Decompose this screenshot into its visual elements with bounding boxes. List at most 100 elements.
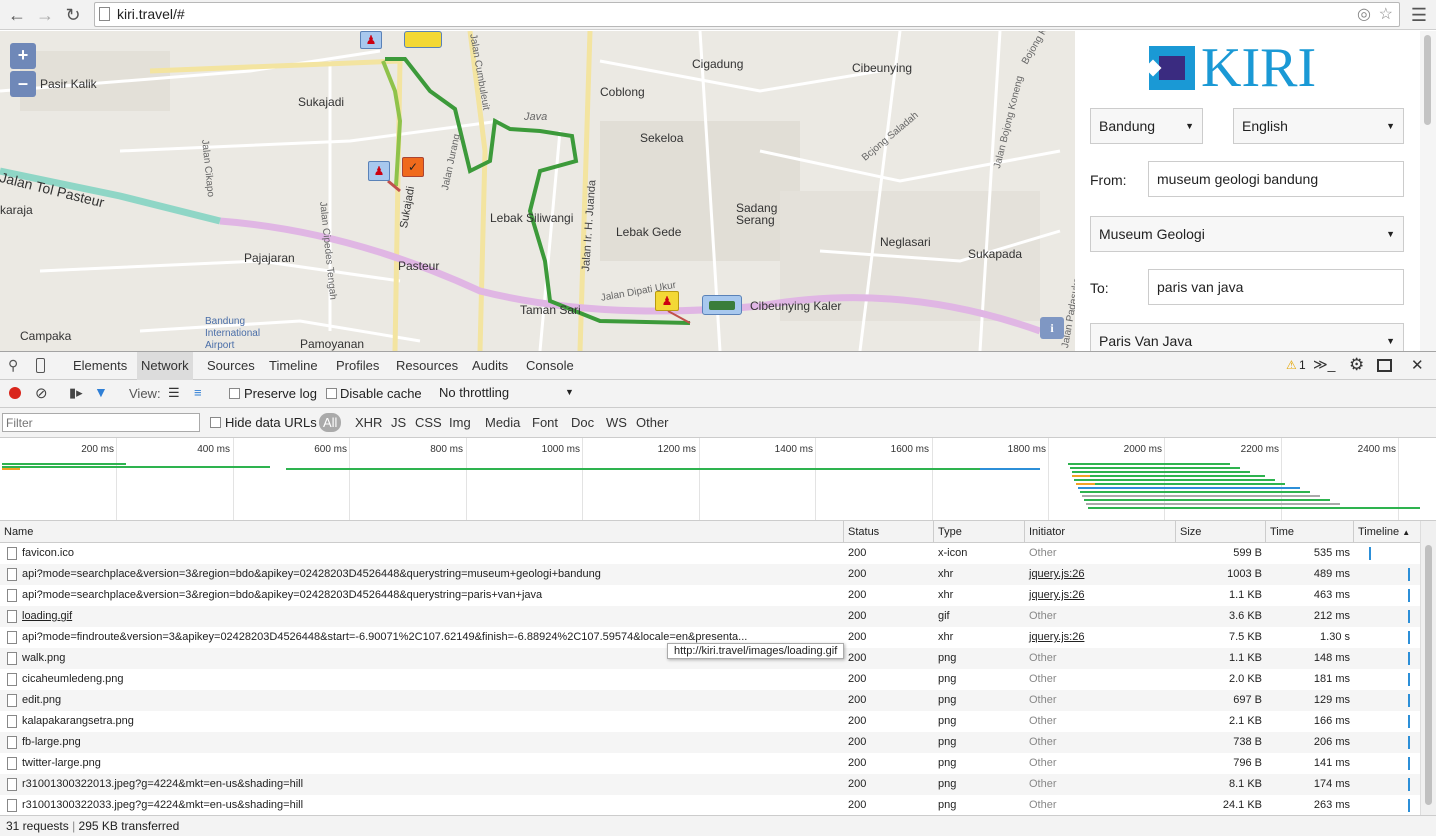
console-drawer-icon[interactable]: ≫_	[1313, 356, 1335, 373]
map-label: Pasteur	[398, 259, 440, 273]
col-initiator[interactable]: Initiator	[1025, 521, 1176, 543]
row-time: 1.30 s	[1320, 631, 1350, 643]
record-icon[interactable]	[9, 387, 21, 399]
type-filter-media[interactable]: Media	[485, 415, 520, 430]
type-filter-ws[interactable]: WS	[606, 415, 627, 430]
row-size: 599 B	[1233, 547, 1262, 559]
city-select[interactable]: Bandung ▼	[1090, 108, 1203, 144]
close-icon[interactable]: ✕	[1411, 356, 1424, 374]
col-time[interactable]: Time	[1266, 521, 1354, 543]
start-marker-icon[interactable]: ♟	[655, 291, 679, 311]
col-name[interactable]: Name	[0, 521, 844, 543]
tab-timeline[interactable]: Timeline	[265, 352, 322, 380]
network-overview[interactable]: 200 ms 400 ms 600 ms 800 ms 1000 ms 1200…	[0, 438, 1436, 521]
col-type[interactable]: Type	[934, 521, 1025, 543]
caret-down-icon: ▼	[1386, 121, 1395, 131]
route-map[interactable]: Pasir Kalik Sukajadi Cigadung Cibeunying…	[0, 31, 1075, 351]
table-row[interactable]: fb-large.png 200 png Other 738 B 206 ms	[0, 732, 1420, 753]
zoom-out-button[interactable]: –	[10, 71, 36, 97]
table-row[interactable]: cicaheumledeng.png 200 png Other 2.0 KB 181 m…	[0, 669, 1420, 690]
table-scrollbar[interactable]	[1420, 521, 1436, 815]
gear-icon[interactable]: ⚙	[1349, 355, 1364, 375]
type-filter-css[interactable]: CSS	[415, 415, 442, 430]
col-timeline[interactable]: Timeline ▲	[1354, 521, 1420, 543]
row-type: png	[938, 694, 957, 706]
route-panel: KIRI Bandung ▼ English ▼ From: museum geol…	[1075, 31, 1436, 351]
tab-audits[interactable]: Audits	[468, 352, 512, 380]
tab-profiles[interactable]: Profiles	[332, 352, 383, 380]
table-row[interactable]: r31001300322033.jpeg?g=4224&mkt=en-us&sh…	[0, 795, 1420, 815]
address-bar[interactable]: kiri.travel/# ◎ ☆	[94, 2, 1400, 27]
table-row[interactable]: kalapakarangsetra.png 200 png Other 2.1 KB 16…	[0, 711, 1420, 732]
disable-cache-checkbox[interactable]	[326, 388, 337, 399]
language-select[interactable]: English ▼	[1233, 108, 1404, 144]
preserve-log-checkbox[interactable]	[229, 388, 240, 399]
type-filter-doc[interactable]: Doc	[571, 415, 594, 430]
walk-marker-icon[interactable]: ♟	[360, 31, 382, 49]
finish-marker-icon[interactable]: ✓	[402, 157, 424, 177]
type-filter-xhr[interactable]: XHR	[355, 415, 382, 430]
type-filter-all[interactable]: All	[319, 413, 342, 432]
large-rows-icon[interactable]: ☰	[168, 385, 180, 401]
row-initiator[interactable]: jquery.js:26	[1025, 585, 1176, 606]
filter-icon[interactable]: ▼	[94, 384, 108, 400]
menu-icon[interactable]: ☰	[1408, 4, 1430, 26]
col-size[interactable]: Size	[1176, 521, 1266, 543]
row-initiator[interactable]: jquery.js:26	[1025, 564, 1176, 585]
overview-icon[interactable]: ≡	[194, 385, 202, 400]
from-input[interactable]: museum geologi bandung	[1148, 161, 1404, 197]
angkot-marker-icon[interactable]	[702, 295, 742, 315]
device-mode-icon[interactable]	[36, 358, 45, 373]
table-row[interactable]: twitter-large.png 200 png Other 796 B 141 ms	[0, 753, 1420, 774]
forward-icon[interactable]: →	[34, 4, 56, 26]
panel-scroll-thumb[interactable]	[1424, 35, 1431, 125]
zoom-in-button[interactable]: +	[10, 43, 36, 69]
type-filter-js[interactable]: JS	[391, 415, 406, 430]
row-size: 796 B	[1233, 757, 1262, 769]
map-label: Lebak Siliwangi	[490, 211, 574, 225]
type-filter-font[interactable]: Font	[532, 415, 558, 430]
row-name: twitter-large.png	[22, 757, 101, 769]
table-scroll-thumb[interactable]	[1425, 545, 1432, 805]
back-icon[interactable]: ←	[6, 4, 28, 26]
dock-icon[interactable]	[1377, 359, 1392, 372]
type-filter-other[interactable]: Other	[636, 415, 669, 430]
row-status: 200	[848, 694, 867, 706]
table-row[interactable]: edit.png 200 png Other 697 B 129 ms	[0, 690, 1420, 711]
warning-icon[interactable]: ⚠	[1286, 358, 1297, 372]
tab-resources[interactable]: Resources	[392, 352, 462, 380]
from-result-select[interactable]: Museum Geologi ▼	[1090, 216, 1404, 252]
walk-marker-icon[interactable]: ♟	[368, 161, 390, 181]
col-status[interactable]: Status	[844, 521, 934, 543]
location-icon[interactable]: ◎	[1357, 3, 1371, 26]
timeline-bar	[1408, 589, 1410, 602]
tab-network[interactable]: Network	[137, 352, 193, 380]
type-filter-img[interactable]: Img	[449, 415, 471, 430]
table-row[interactable]: favicon.ico 200 x-icon Other 599 B 535 ms	[0, 543, 1420, 564]
filter-input[interactable]	[2, 413, 200, 432]
inspect-icon[interactable]: ⚲	[8, 357, 18, 374]
capture-screenshots-icon[interactable]: ▮▸	[69, 385, 83, 401]
tab-sources[interactable]: Sources	[203, 352, 259, 380]
row-status: 200	[848, 610, 867, 622]
row-initiator[interactable]: jquery.js:26	[1025, 627, 1176, 648]
to-result-select[interactable]: Paris Van Java ▼	[1090, 323, 1404, 351]
panel-scrollbar[interactable]	[1420, 31, 1436, 351]
tab-elements[interactable]: Elements	[69, 352, 131, 380]
map-label: Lebak Gede	[616, 225, 682, 239]
reload-icon[interactable]: ↻	[62, 4, 84, 26]
angkot-marker-icon[interactable]	[404, 31, 442, 48]
tab-console[interactable]: Console	[522, 352, 578, 380]
row-initiator: Other	[1029, 610, 1057, 622]
table-row[interactable]: loading.gif 200 gif Other 3.6 KB 212 ms	[0, 606, 1420, 627]
clear-icon[interactable]: ⊘	[35, 384, 48, 402]
star-icon[interactable]: ☆	[1379, 3, 1393, 26]
row-type: png	[938, 778, 957, 790]
hide-data-urls-checkbox[interactable]	[210, 417, 221, 428]
info-icon[interactable]: i	[1040, 317, 1064, 339]
table-row[interactable]: r31001300322013.jpeg?g=4224&mkt=en-us&sh…	[0, 774, 1420, 795]
table-row[interactable]: api?mode=searchplace&version=3&region=bd…	[0, 564, 1420, 585]
table-row[interactable]: api?mode=searchplace&version=3&region=bd…	[0, 585, 1420, 606]
to-input[interactable]: paris van java	[1148, 269, 1404, 305]
throttling-select[interactable]: No throttling ▼	[439, 385, 579, 403]
